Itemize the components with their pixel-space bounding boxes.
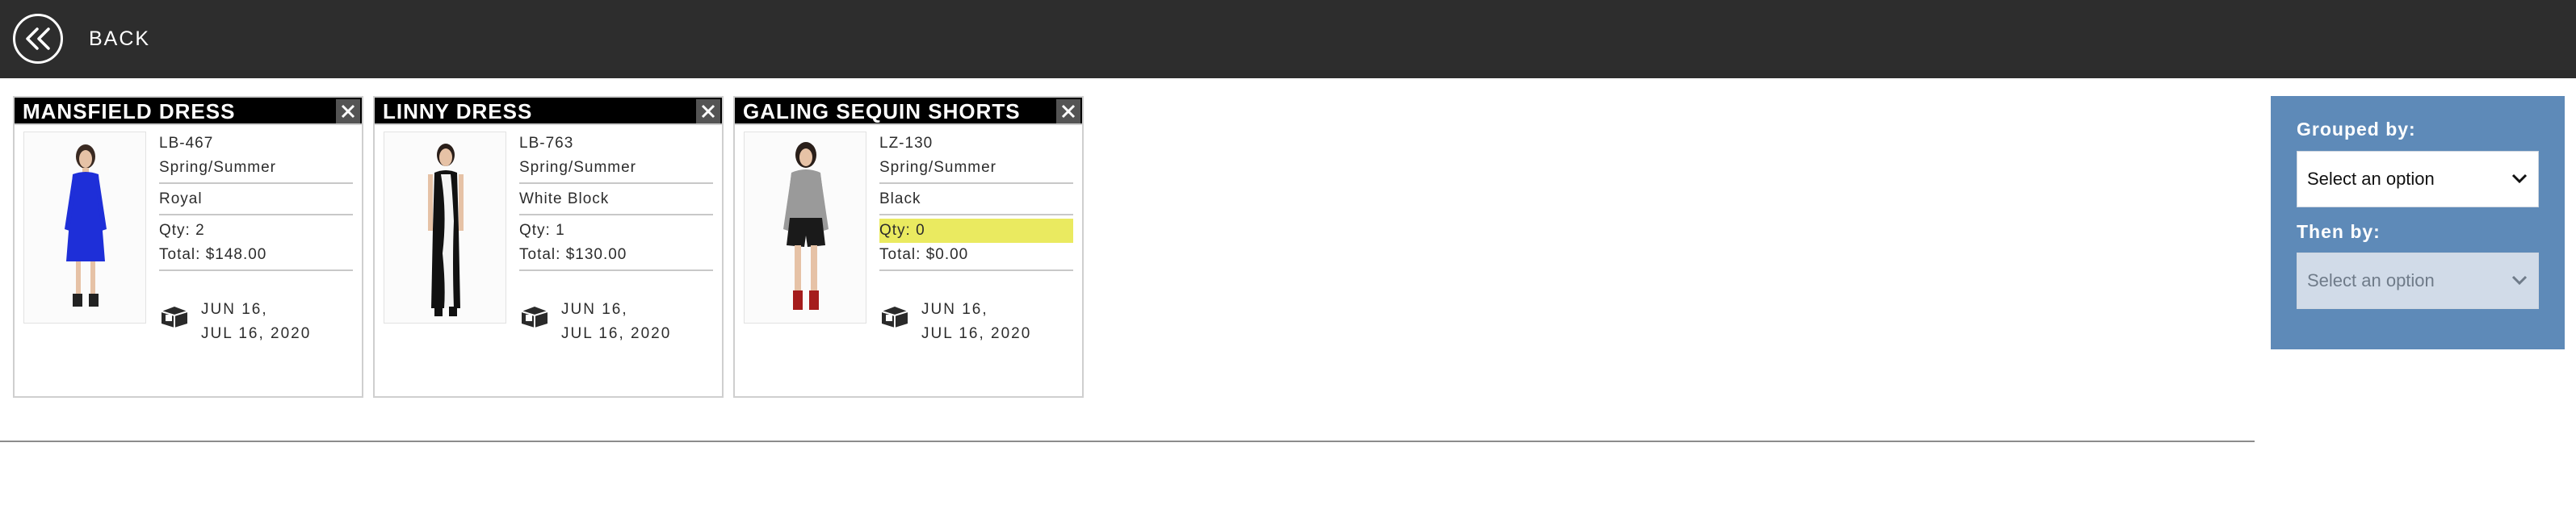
grouped-by-select[interactable]: Select an option: [2297, 151, 2539, 207]
product-card: LINNY DRESS LB-763 Spring/Summer White B…: [373, 96, 724, 398]
product-title: MANSFIELD DRESS: [23, 99, 236, 123]
back-label: BACK: [89, 27, 151, 50]
grouping-panel: Grouped by: Select an option Then by: Se…: [2271, 96, 2565, 349]
divider: [519, 269, 713, 271]
season: Spring/Summer: [519, 159, 636, 176]
then-by-label: Then by:: [2297, 221, 2381, 242]
divider: [519, 182, 713, 184]
sku: LB-763: [519, 135, 574, 152]
close-icon: [341, 104, 355, 119]
then-by-select[interactable]: Select an option: [2297, 253, 2539, 309]
quantity: Qty: 2: [159, 222, 205, 239]
product-image[interactable]: [384, 132, 506, 324]
product-card: MANSFIELD DRESS LB-467 Spring/Summer Roy…: [13, 96, 363, 398]
product-image[interactable]: [744, 132, 866, 324]
divider: [159, 182, 353, 184]
close-icon: [1061, 104, 1076, 119]
remove-button[interactable]: [696, 99, 720, 123]
product-title: LINNY DRESS: [383, 99, 533, 123]
quantity: Qty: 0: [879, 219, 1073, 243]
divider: [159, 269, 353, 271]
color-name: Black: [879, 190, 921, 207]
season: Spring/Summer: [159, 159, 276, 176]
sku: LZ-130: [879, 135, 933, 152]
color-name: Royal: [159, 190, 203, 207]
divider: [159, 214, 353, 215]
remove-button[interactable]: [336, 99, 360, 123]
grouped-by-value: Select an option: [2307, 169, 2435, 189]
card-header: LINNY DRESS: [375, 98, 722, 125]
back-button[interactable]: BACK: [13, 13, 150, 65]
remove-button[interactable]: [1056, 99, 1080, 123]
ship-date-end: JUL 16, 2020: [561, 325, 672, 342]
ship-date-start: JUN 16,: [561, 301, 628, 318]
divider: [879, 214, 1073, 215]
product-card: GALING SEQUIN SHORTS LZ-130 Spring/Summe…: [733, 96, 1084, 398]
ship-date-start: JUN 16,: [201, 301, 268, 318]
shipping-box-icon: [881, 307, 908, 328]
top-bar: BACK: [0, 0, 2576, 78]
then-by-value: Select an option: [2307, 270, 2435, 290]
shipping-box-icon: [521, 307, 548, 328]
divider: [879, 182, 1073, 184]
content-divider: [0, 441, 2255, 442]
sku: LB-467: [159, 135, 214, 152]
ship-date-start: JUN 16,: [921, 301, 988, 318]
product-details: LB-763 Spring/Summer White Block Qty: 1 …: [519, 132, 713, 274]
season: Spring/Summer: [879, 159, 996, 176]
card-header: GALING SEQUIN SHORTS: [735, 98, 1082, 125]
product-title: GALING SEQUIN SHORTS: [743, 99, 1021, 123]
total: Total: $0.00: [879, 246, 969, 263]
chevron-down-icon: [2511, 173, 2528, 184]
product-details: LB-467 Spring/Summer Royal Qty: 2 Total:…: [159, 132, 353, 274]
close-icon: [701, 104, 715, 119]
chevron-down-icon: [2511, 275, 2528, 286]
color-name: White Block: [519, 190, 610, 207]
product-details: LZ-130 Spring/Summer Black Qty: 0 Total:…: [879, 132, 1073, 274]
divider: [879, 269, 1073, 271]
ship-date-end: JUL 16, 2020: [921, 325, 1032, 342]
product-image[interactable]: [23, 132, 146, 324]
total: Total: $130.00: [519, 246, 627, 263]
double-chevron-left-icon: [13, 14, 63, 64]
quantity: Qty: 1: [519, 222, 565, 239]
shipping-box-icon: [161, 307, 188, 328]
grouped-by-label: Grouped by:: [2297, 119, 2416, 140]
card-header: MANSFIELD DRESS: [15, 98, 362, 125]
total: Total: $148.00: [159, 246, 267, 263]
divider: [519, 214, 713, 215]
ship-date-end: JUL 16, 2020: [201, 325, 312, 342]
